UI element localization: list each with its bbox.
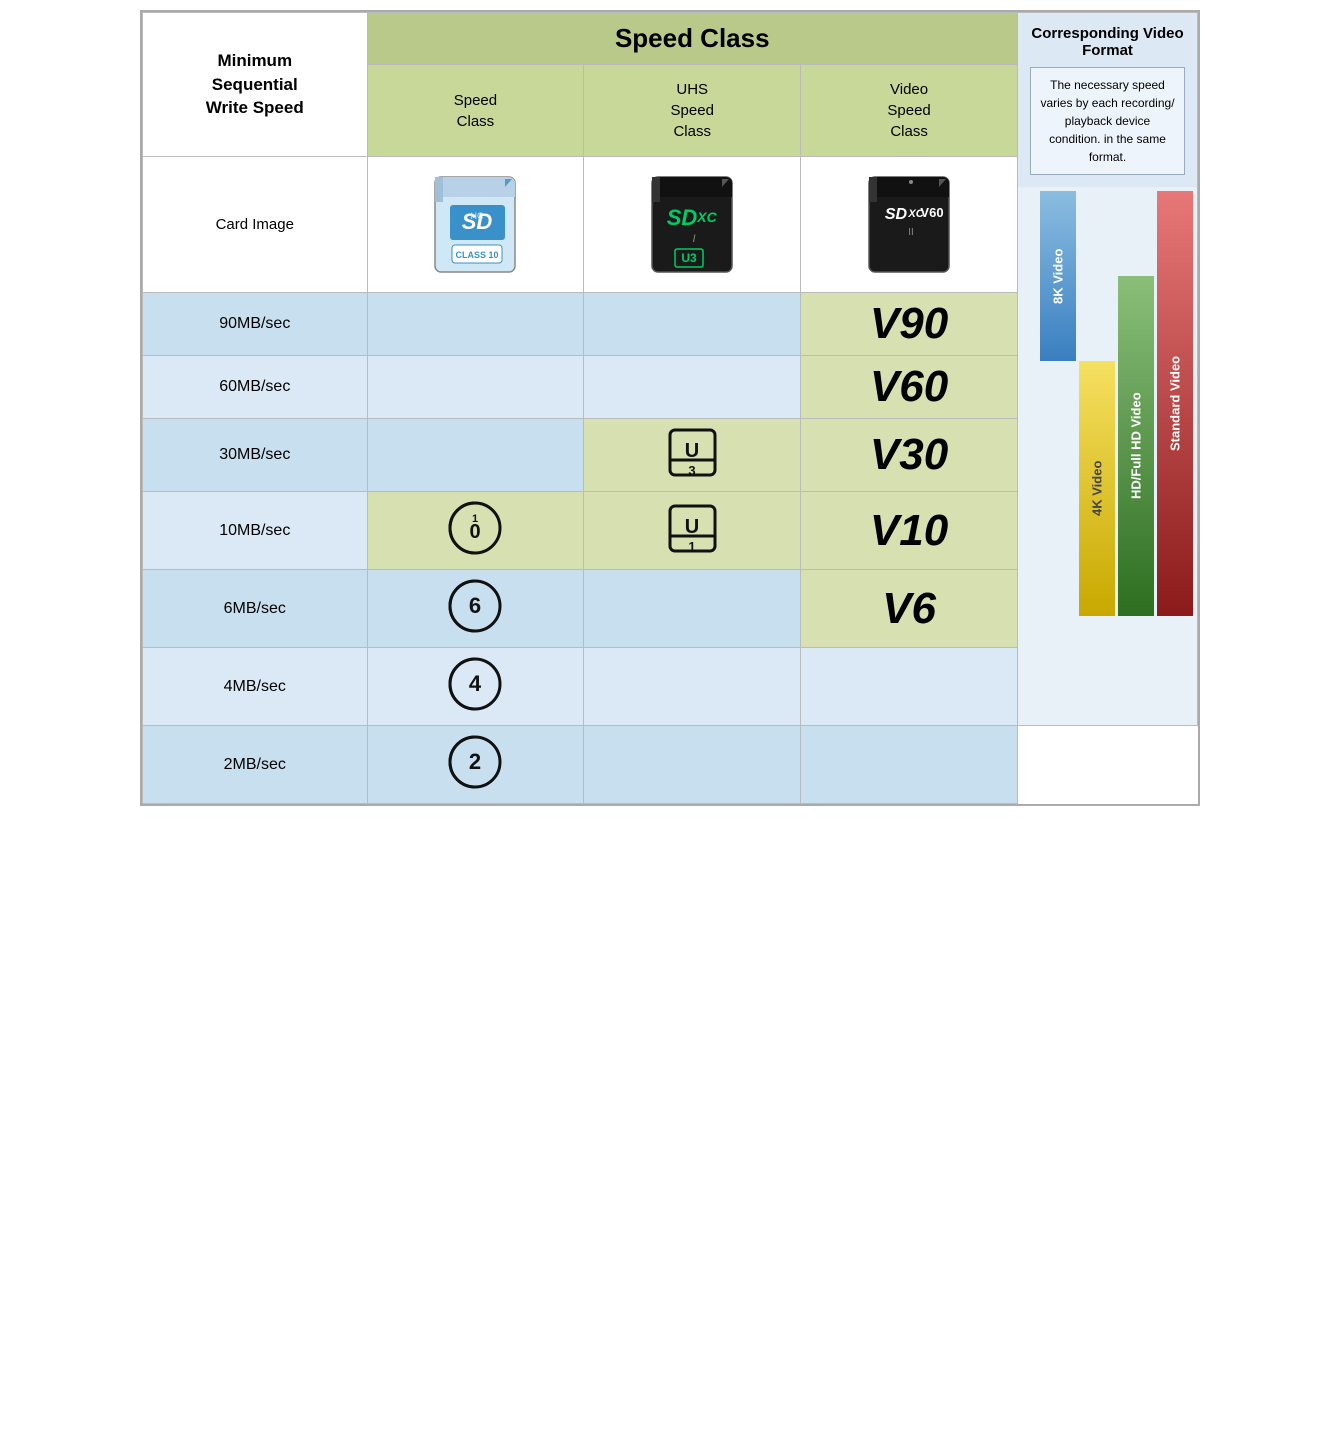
svg-text:I: I <box>693 233 696 245</box>
speed-2: 2MB/sec <box>143 726 368 804</box>
svg-text:CLASS 10: CLASS 10 <box>456 250 499 260</box>
svg-text:II: II <box>908 227 914 238</box>
speed-class-2: 2 <box>367 726 584 804</box>
svg-text:SD: SD <box>885 206 908 223</box>
uhs-class-4 <box>584 648 801 726</box>
video-class-4 <box>801 648 1018 726</box>
svg-text:SD: SD <box>667 205 698 230</box>
speed-class-60 <box>367 356 584 419</box>
sdhc-svg: SD HC CLASS 10 <box>430 167 520 277</box>
svg-text:2: 2 <box>469 749 481 774</box>
svg-text:4: 4 <box>469 671 482 696</box>
main-table-wrapper: MinimumSequentialWrite Speed Speed Class… <box>140 10 1200 806</box>
video-class-2 <box>801 726 1018 804</box>
speed-class-6: 6 <box>367 570 584 648</box>
speed-60: 60MB/sec <box>143 356 368 419</box>
video-class-90: V90 <box>801 293 1018 356</box>
svg-text:U: U <box>685 440 699 462</box>
card-image-sdhc: SD HC CLASS 10 <box>367 157 584 293</box>
svg-text:U3: U3 <box>682 251 698 265</box>
sdxci-svg: SD XC I U3 <box>647 167 737 277</box>
svg-text:1: 1 <box>688 539 695 554</box>
uhs-class-30: U 3 <box>584 419 801 492</box>
c2-symbol: 2 <box>445 732 505 792</box>
u1-symbol: U 1 <box>665 501 720 556</box>
speed-class-30 <box>367 419 584 492</box>
speed-10: 10MB/sec <box>143 492 368 570</box>
svg-text:U: U <box>685 516 699 538</box>
svg-text:V60: V60 <box>920 205 943 220</box>
svg-text:HC: HC <box>471 211 484 221</box>
min-write-header: MinimumSequentialWrite Speed <box>143 13 368 157</box>
speed-6: 6MB/sec <box>143 570 368 648</box>
uhs-class-60 <box>584 356 801 419</box>
table-row: 2MB/sec 2 <box>143 726 1198 804</box>
video-class-6: V6 <box>801 570 1018 648</box>
speed-class-header: Speed Class <box>367 13 1017 65</box>
speed-class-10: 1 0 <box>367 492 584 570</box>
card-image-sdxc2: SD XC V60 II <box>801 157 1018 293</box>
uhs-class-90 <box>584 293 801 356</box>
sub-header-speed-class: SpeedClass <box>367 65 584 157</box>
uhs-class-6 <box>584 570 801 648</box>
svg-text:0: 0 <box>470 521 481 543</box>
svg-text:XC: XC <box>697 209 718 225</box>
speed-30: 30MB/sec <box>143 419 368 492</box>
video-class-30: V30 <box>801 419 1018 492</box>
svg-text:6: 6 <box>469 593 481 618</box>
u3-symbol: U 3 <box>665 425 720 480</box>
svg-text:3: 3 <box>688 463 695 478</box>
speed-4: 4MB/sec <box>143 648 368 726</box>
uhs-class-10: U 1 <box>584 492 801 570</box>
speed-90: 90MB/sec <box>143 293 368 356</box>
c6-symbol: 6 <box>445 576 505 636</box>
video-class-60: V60 <box>801 356 1018 419</box>
uhs-class-2 <box>584 726 801 804</box>
card-image-sdxc1: SD XC I U3 <box>584 157 801 293</box>
speed-class-90 <box>367 293 584 356</box>
sdxcii-svg: SD XC V60 II <box>864 167 954 277</box>
sub-header-uhs-class: UHSSpeedClass <box>584 65 801 157</box>
speed-class-4: 4 <box>367 648 584 726</box>
c4-symbol: 4 <box>445 654 505 714</box>
c10-symbol: 1 0 <box>445 498 505 558</box>
sub-header-video-class: VideoSpeedClass <box>801 65 1018 157</box>
video-class-10: V10 <box>801 492 1018 570</box>
card-image-label: Card Image <box>143 157 368 293</box>
